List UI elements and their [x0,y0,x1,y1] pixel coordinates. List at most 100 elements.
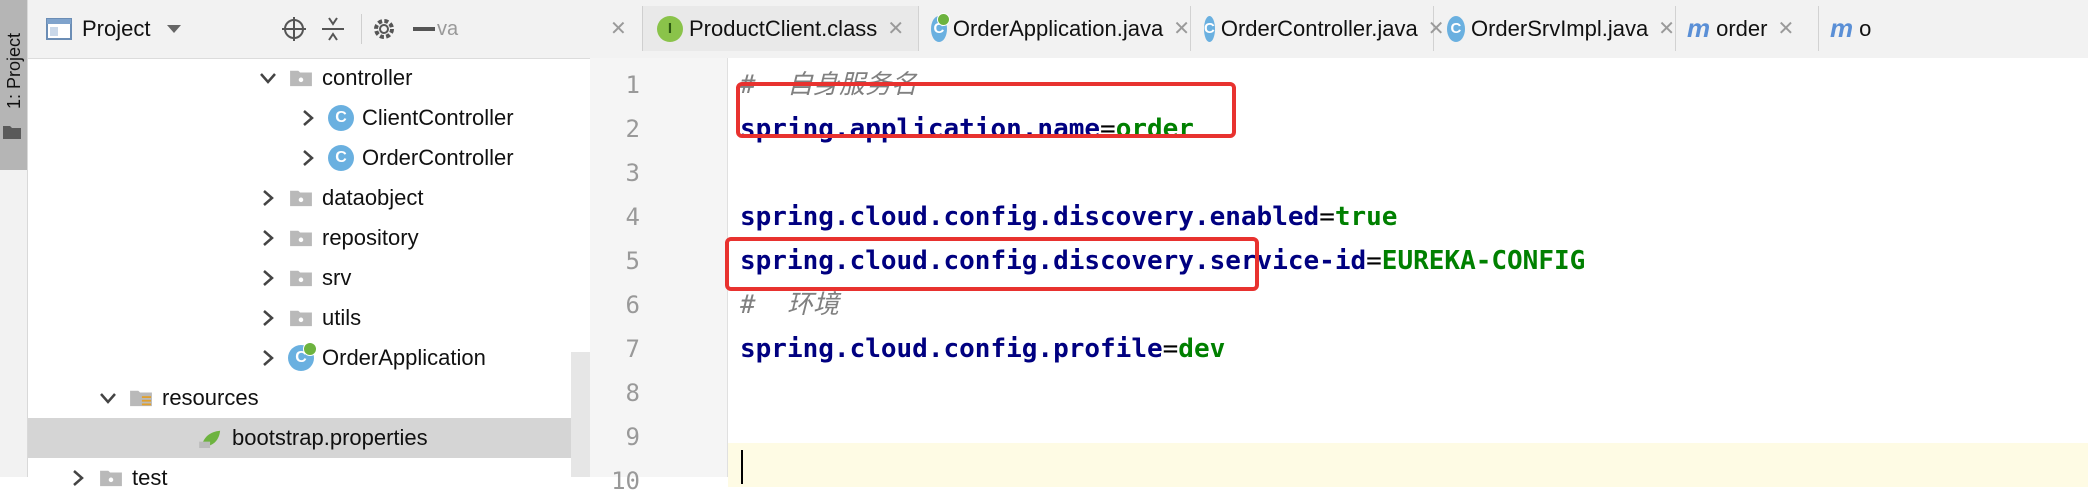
chevron-right-icon[interactable] [258,348,278,368]
tree-item-label: bootstrap.properties [232,425,428,450]
line-number: 10 [611,467,640,495]
line-number: 9 [625,423,640,451]
property-key: spring.cloud.config.discovery.enabled [740,202,1320,232]
line-number: 5 [625,247,640,275]
chevron-right-icon[interactable] [68,468,88,488]
chevron-right-icon[interactable] [258,268,278,288]
gear-icon [374,19,394,39]
settings-button[interactable] [371,0,397,58]
tree-item-label: OrderApplication [322,345,486,370]
editor-tab[interactable]: C OrderSrvImpl.java ✕ [1433,6,1676,51]
code-property-line: spring.cloud.config.profile=dev [740,327,1225,371]
tree-item[interactable]: bootstrap.properties [28,418,571,458]
tree-item-label: dataobject [322,185,424,210]
editor-tab-label: OrderSrvImpl.java [1470,15,1649,41]
header-overflow-text: va [437,17,459,40]
editor-tab[interactable]: C OrderController.java ✕ [1190,6,1444,51]
line-number: 4 [625,203,640,231]
project-tool-window-tab[interactable]: 1: Project [0,0,27,170]
property-value: true [1334,202,1398,232]
close-icon[interactable]: ✕ [610,16,627,41]
editor-tab[interactable]: I ProductClient.class ✕ [642,6,919,51]
tree-item-label: resources [162,385,259,410]
close-icon[interactable]: ✕ [1777,16,1794,41]
package-folder-icon [290,230,312,247]
current-line-highlight [728,443,2088,487]
chevron-down-icon[interactable] [258,68,278,88]
folder-icon [100,470,122,487]
project-view-title: Project [82,16,151,41]
highlight-box-profile [725,237,1259,291]
tree-item[interactable]: C ClientController [28,98,590,138]
project-scrollbar[interactable] [571,352,590,477]
tree-item[interactable]: C OrderController [28,138,590,178]
tree-item[interactable]: srv [28,258,590,298]
chevron-down-icon[interactable] [98,388,118,408]
chevron-right-icon[interactable] [258,228,278,248]
resources-folder-icon [130,390,152,407]
crosshair-icon [282,17,306,41]
close-icon[interactable]: ✕ [887,16,904,41]
tree-item[interactable]: dataobject [28,178,590,218]
tree-item[interactable]: resources [28,378,590,418]
editor-tab-label: OrderController.java [1220,15,1418,41]
tree-item-label: ClientController [362,105,514,130]
editor-tab[interactable]: mo [1818,6,2088,51]
package-folder-icon [290,70,312,87]
editor-tab-label: OrderApplication.java [952,15,1164,41]
tree-item-label: utils [322,305,362,330]
project-panel-header: Project va [28,0,590,59]
project-panel: Project va controller C ClientController… [28,0,590,490]
chevron-right-icon[interactable] [258,188,278,208]
chevron-right-icon[interactable] [298,108,318,128]
locate-file-button[interactable] [281,0,307,58]
line-number: 1 [625,71,640,99]
line-number: 6 [625,291,640,319]
comment-text: # 环境 [740,290,839,320]
package-folder-icon [290,310,312,327]
tree-item[interactable]: repository [28,218,590,258]
code-editor[interactable]: # 自身服务名 spring.application.name=order spri… [725,58,2088,487]
equals-sign: = [1162,334,1179,364]
tree-item-label: srv [322,265,352,290]
package-folder-icon [290,270,312,287]
tree-item[interactable]: C OrderApplication [28,338,590,378]
editor-gutter: 1 2 3 4 5 6 7 8 9 10 [590,58,728,495]
tree-item[interactable]: controller [28,58,590,98]
class-icon: C [1447,15,1465,42]
equals-sign: = [1366,246,1382,276]
editor-tab[interactable]: m order ✕ [1675,6,1819,51]
class-icon: C [1204,15,1215,42]
chevron-right-icon[interactable] [298,148,318,168]
tree-item[interactable]: test [28,458,590,498]
property-value: EUREKA-CONFIG [1381,246,1586,276]
maven-icon: m [1687,13,1711,43]
tree-item[interactable]: utils [28,298,590,338]
close-icon[interactable]: ✕ [1658,16,1675,41]
class-icon: C [328,145,354,171]
collapse-all-icon [322,17,344,41]
folder-icon [3,126,21,139]
chevron-right-icon[interactable] [258,308,278,328]
text-caret [741,450,743,484]
highlight-box-app-name [736,82,1236,138]
spring-app-class-icon: C [288,342,317,371]
spring-app-class-icon: C [931,12,950,42]
hide-panel-button[interactable]: va [413,0,458,58]
line-number: 7 [625,335,640,363]
code-property-line: spring.cloud.config.discovery.enabled=tr… [740,195,1397,239]
line-number: 3 [625,159,640,187]
project-view-selector[interactable]: Project [46,0,182,58]
close-icon[interactable]: ✕ [1173,16,1190,41]
tab-overflow-close[interactable]: ✕ [590,6,643,51]
property-key: spring.cloud.config.profile [740,334,1163,364]
interface-icon: I [657,15,683,42]
tree-item-label: OrderController [362,145,514,170]
editor-tab[interactable]: C OrderApplication.java ✕ [917,6,1191,51]
editor-tab-label: o [1859,15,1872,41]
project-tool-window-label: 1: Project [4,32,24,110]
editor-tabs: ✕ I ProductClient.class ✕ C OrderApplication… [590,0,2088,59]
package-folder-icon [290,190,312,207]
collapse-all-button[interactable] [320,0,346,58]
equals-sign: = [1319,202,1335,232]
